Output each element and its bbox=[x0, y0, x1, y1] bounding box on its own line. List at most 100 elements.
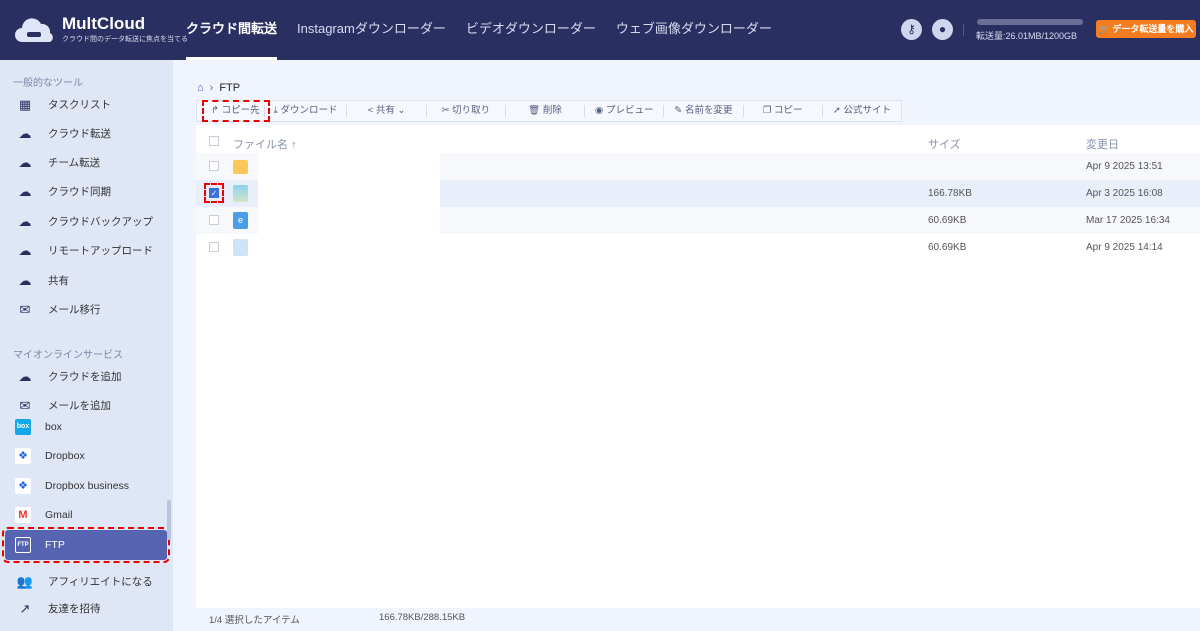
selection-size: 166.78KB/288.15KB bbox=[379, 612, 466, 623]
dropbox-business-icon: ❖ bbox=[15, 477, 31, 494]
buy-label: データ転送量を購入 bbox=[1112, 24, 1194, 34]
sidebar-item-task-list[interactable]: ▦ タスクリスト bbox=[5, 90, 167, 119]
sidebar-item-dropbox-business[interactable]: ❖ Dropbox business bbox=[5, 471, 167, 500]
table-row[interactable]: Apr 9 2025 13:51 bbox=[196, 153, 1200, 180]
table-row[interactable]: 60.69KB Apr 9 2025 14:14 bbox=[196, 234, 1200, 261]
download-button[interactable]: ⤓ ダウンロード bbox=[265, 105, 348, 117]
selection-status: 1/4 選択したアイテム bbox=[209, 615, 300, 626]
sidebar-item-affiliate[interactable]: 👥 アフィリエイトになる bbox=[5, 567, 167, 596]
cart-icon: 🛒 bbox=[1098, 24, 1113, 34]
select-all-checkbox[interactable] bbox=[209, 136, 219, 146]
table-row[interactable]: e 60.69KB Mar 17 2025 16:34 bbox=[196, 207, 1200, 234]
key-icon[interactable]: ⚷ bbox=[901, 19, 922, 40]
file-icon bbox=[233, 239, 248, 256]
share-button[interactable]: < 共有 ⌄ bbox=[347, 105, 427, 117]
section-general-tools: 一般的なツール bbox=[13, 78, 83, 89]
home-icon[interactable]: ⌂ bbox=[197, 82, 204, 94]
cloud-download-icon: ☁ bbox=[18, 242, 32, 258]
file-date: Apr 3 2025 16:08 bbox=[1086, 188, 1163, 199]
sidebar-item-cloud-sync[interactable]: ☁ クラウド同期 bbox=[5, 177, 167, 206]
label: Dropbox bbox=[45, 449, 85, 462]
sidebar-item-share[interactable]: ☁ 共有 bbox=[5, 266, 167, 295]
copy-to-button[interactable]: ↱ コピー先 bbox=[202, 100, 270, 122]
delete-button[interactable]: 🗑 削除 bbox=[506, 105, 586, 117]
file-date: Apr 9 2025 14:14 bbox=[1086, 242, 1163, 253]
file-size: 60.69KB bbox=[928, 242, 967, 253]
sidebar-item-box[interactable]: box box bbox=[5, 412, 167, 441]
sidebar-item-cloud-transfer[interactable]: ☁ クラウド転送 bbox=[5, 119, 167, 148]
sidebar-item-ftp[interactable]: FTP FTP bbox=[2, 527, 170, 563]
logo-name: MultCloud bbox=[62, 14, 146, 33]
sidebar-item-dropbox[interactable]: ❖ Dropbox bbox=[5, 441, 167, 470]
rename-button[interactable]: ✎ 名前を変更 bbox=[664, 105, 744, 117]
sidebar-item-add-cloud[interactable]: ☁ クラウドを追加 bbox=[5, 362, 167, 391]
table-row[interactable]: ✓ 166.78KB Apr 3 2025 16:08 bbox=[196, 180, 1200, 207]
nav-cloud-transfer[interactable]: クラウド間転送 bbox=[186, 0, 278, 60]
label: box bbox=[45, 420, 62, 433]
label: タスクリスト bbox=[48, 99, 111, 111]
row-checkbox[interactable] bbox=[209, 161, 219, 171]
official-site-button[interactable]: ➚ 公式サイト bbox=[823, 105, 901, 117]
breadcrumb-current[interactable]: FTP bbox=[219, 82, 240, 94]
label: Dropbox business bbox=[45, 479, 130, 492]
label: 切り取り bbox=[452, 105, 491, 116]
row-checkbox[interactable] bbox=[209, 215, 219, 225]
label: 公式サイト bbox=[843, 105, 891, 116]
buy-transfer-button[interactable]: 🛒 データ転送量を購入 bbox=[1096, 20, 1196, 38]
quota-progress-bar bbox=[977, 19, 1083, 25]
label: 削除 bbox=[542, 105, 562, 116]
label: クラウドを追加 bbox=[48, 371, 122, 383]
cloud-add-icon: ☁ bbox=[18, 368, 32, 384]
toolbar: ↱ コピー先 ⤓ ダウンロード < 共有 ⌄ ✂ 切り取り 🗑 削除 ◉ プレビ… bbox=[196, 100, 902, 122]
preview-button[interactable]: ◉ プレビュー bbox=[585, 105, 665, 117]
user-icon[interactable]: ● bbox=[932, 19, 953, 40]
nav-instagram-downloader[interactable]: Instagramダウンローダー bbox=[297, 0, 446, 60]
label: クラウドバックアップ bbox=[48, 216, 153, 228]
sidebar-item-invite[interactable]: ↗ 友達を招待 bbox=[5, 594, 167, 623]
sidebar-item-remote-upload[interactable]: ☁ リモートアップロード bbox=[5, 236, 167, 265]
row-checkbox[interactable]: ✓ bbox=[204, 183, 224, 203]
label: コピー先 bbox=[221, 105, 260, 116]
label: Gmail bbox=[45, 508, 73, 521]
copy-button[interactable]: ❐ コピー bbox=[744, 105, 823, 117]
logo[interactable]: MultCloud クラウド間のデータ転送に焦点を当てる bbox=[14, 14, 188, 44]
sidebar-item-email-migration[interactable]: ✉ メール移行 bbox=[5, 295, 167, 324]
email-migration-icon: ✉ bbox=[19, 301, 31, 317]
sort-up-icon: ↑ bbox=[291, 139, 297, 151]
row-checkbox[interactable] bbox=[209, 242, 219, 252]
label: 共有 bbox=[48, 275, 69, 287]
grid-icon: ▦ bbox=[18, 96, 32, 112]
label: コピー bbox=[774, 105, 803, 116]
cloud-backup-icon: ☁ bbox=[18, 213, 32, 229]
sidebar-item-cloud-backup[interactable]: ☁ クラウドバックアップ bbox=[5, 207, 167, 236]
label: 名前を変更 bbox=[685, 105, 733, 116]
label: 共有 bbox=[375, 105, 395, 116]
nav-video-downloader[interactable]: ビデオダウンローダー bbox=[466, 0, 596, 60]
nav-image-downloader[interactable]: ウェブ画像ダウンローダー bbox=[616, 0, 772, 60]
sidebar-item-team-transfer[interactable]: ☁ チーム転送 bbox=[5, 148, 167, 177]
label: メール移行 bbox=[48, 304, 101, 316]
label: アフィリエイトになる bbox=[48, 576, 153, 588]
ftp-icon: FTP bbox=[15, 537, 31, 553]
label: ダウンロード bbox=[280, 105, 338, 116]
label: クラウド転送 bbox=[48, 128, 111, 140]
file-size: 60.69KB bbox=[928, 215, 967, 226]
section-my-services: マイオンラインサービス bbox=[13, 350, 123, 361]
share-icon: ☁ bbox=[18, 272, 32, 288]
chevron-right-icon: › bbox=[209, 82, 214, 94]
web-file-icon: e bbox=[233, 212, 248, 229]
sidebar-scrollbar[interactable] bbox=[167, 500, 171, 540]
dropbox-icon: ❖ bbox=[15, 447, 31, 464]
folder-icon bbox=[233, 160, 248, 174]
file-size: 166.78KB bbox=[928, 188, 972, 199]
cut-button[interactable]: ✂ 切り取り bbox=[427, 105, 506, 117]
file-date: Apr 9 2025 13:51 bbox=[1086, 161, 1163, 172]
sidebar: 一般的なツール ▦ タスクリスト ☁ クラウド転送 ☁ チーム転送 ☁ クラウド同期 ☁… bbox=[0, 60, 173, 631]
file-name bbox=[258, 207, 440, 234]
divider bbox=[963, 24, 964, 36]
label: ファイル名 bbox=[233, 139, 288, 151]
quota-text: 転送量:26.01MB/1200GB bbox=[976, 31, 1078, 41]
file-date: Mar 17 2025 16:34 bbox=[1086, 215, 1170, 226]
sidebar-item-gmail[interactable]: M Gmail bbox=[5, 500, 167, 529]
gmail-icon: M bbox=[15, 506, 31, 523]
